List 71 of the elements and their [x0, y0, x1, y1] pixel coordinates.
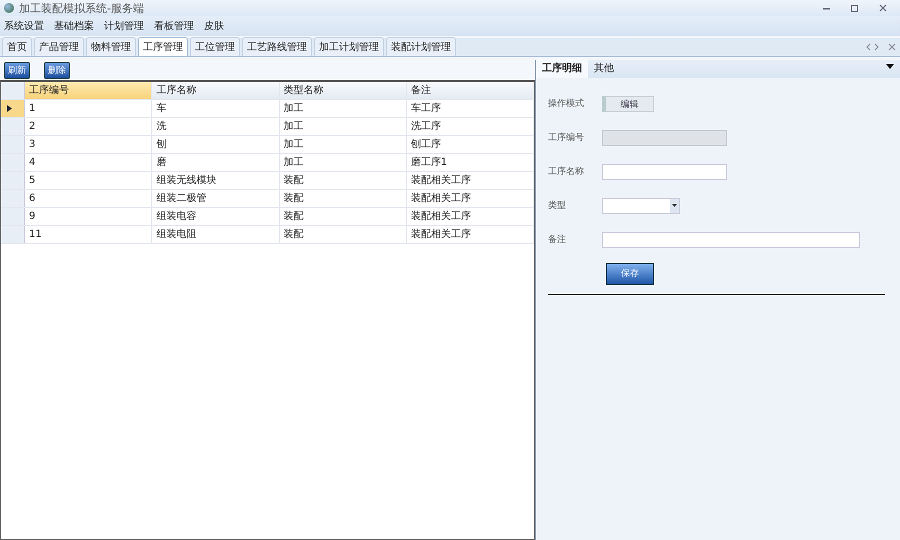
- table-cell: 组装电阻: [152, 226, 280, 243]
- dropdown-icon[interactable]: [886, 64, 894, 69]
- table-cell: 11: [25, 226, 152, 243]
- column-header[interactable]: 工序名称: [152, 82, 280, 99]
- field-label: 备注: [548, 234, 567, 246]
- tab[interactable]: 工序管理: [138, 37, 188, 56]
- table-cell: 车工序: [406, 100, 534, 117]
- toolbar-button[interactable]: 刷新: [4, 62, 30, 78]
- menu-item[interactable]: 看板管理: [154, 19, 194, 33]
- table-cell: 洗: [152, 118, 280, 135]
- tab[interactable]: 装配计划管理: [386, 37, 456, 56]
- table-cell: 装配相关工序: [406, 226, 534, 243]
- table-cell: 5: [25, 172, 152, 189]
- table-cell: 磨: [152, 154, 280, 171]
- tab[interactable]: 物料管理: [86, 37, 136, 56]
- table-cell: 磨工序1: [406, 154, 534, 171]
- field-label: 类型: [548, 200, 567, 212]
- table-cell: 装配: [280, 190, 407, 207]
- table-cell: 洗工序: [406, 118, 534, 135]
- tab[interactable]: 产品管理: [34, 37, 84, 56]
- row-header[interactable]: [1, 100, 25, 117]
- menu-item[interactable]: 系统设置: [4, 19, 44, 33]
- menu-item[interactable]: 皮肤: [204, 19, 224, 33]
- tab[interactable]: 工艺路线管理: [242, 37, 312, 56]
- caret-icon[interactable]: [672, 204, 677, 207]
- column-header[interactable]: 类型名称: [280, 82, 407, 99]
- field-label: 操作模式: [548, 98, 585, 110]
- input-field[interactable]: [602, 232, 860, 248]
- menu-item[interactable]: 基础档案: [54, 19, 94, 33]
- table-cell: 加工: [280, 136, 407, 153]
- table-cell: 6: [25, 190, 152, 207]
- current-row-icon: [7, 105, 12, 112]
- table-cell: 1: [25, 100, 152, 117]
- field-label: 工序编号: [548, 132, 585, 144]
- table-cell: 刨工序: [406, 136, 534, 153]
- table-cell: 2: [25, 118, 152, 135]
- globe-icon: [4, 3, 14, 13]
- table-cell: 装配相关工序: [406, 190, 534, 207]
- table-cell: 3: [25, 136, 152, 153]
- table-cell: 刨: [152, 136, 280, 153]
- table-cell: 组装二极管: [152, 190, 280, 207]
- table-cell: 加工: [280, 100, 407, 117]
- table-cell: 装配相关工序: [406, 208, 534, 225]
- table-cell: 加工: [280, 154, 407, 171]
- close-icon[interactable]: [888, 43, 896, 51]
- table-cell: 加工: [280, 118, 407, 135]
- table-cell: 车: [152, 100, 280, 117]
- tab[interactable]: 其他: [588, 58, 620, 78]
- menu-item[interactable]: 计划管理: [104, 19, 144, 33]
- tab[interactable]: 首页: [2, 37, 32, 56]
- maximize-icon[interactable]: [850, 3, 860, 13]
- close-icon[interactable]: [878, 3, 888, 13]
- field-label: 工序名称: [548, 166, 585, 178]
- tab[interactable]: 加工计划管理: [314, 37, 384, 56]
- input-field[interactable]: [602, 164, 727, 180]
- mode-toggle[interactable]: 编辑: [602, 96, 654, 112]
- save-button[interactable]: 保存: [606, 262, 654, 284]
- table-cell: 装配: [280, 208, 407, 225]
- column-header[interactable]: 备注: [406, 82, 534, 99]
- table-cell: 装配: [280, 172, 407, 189]
- table-cell: 9: [25, 208, 152, 225]
- window-title: 加工装配模拟系统-服务端: [19, 0, 145, 16]
- tab[interactable]: 工位管理: [190, 37, 240, 56]
- table-cell: 组装无线模块: [152, 172, 280, 189]
- table-cell: 组装电容: [152, 208, 280, 225]
- tab[interactable]: 工序明细: [536, 58, 588, 78]
- column-header[interactable]: 工序编号: [25, 82, 152, 99]
- table-cell: 装配相关工序: [406, 172, 534, 189]
- table-cell: 4: [25, 154, 152, 171]
- table-cell: 装配: [280, 226, 407, 243]
- toolbar-button[interactable]: 删除: [44, 62, 70, 78]
